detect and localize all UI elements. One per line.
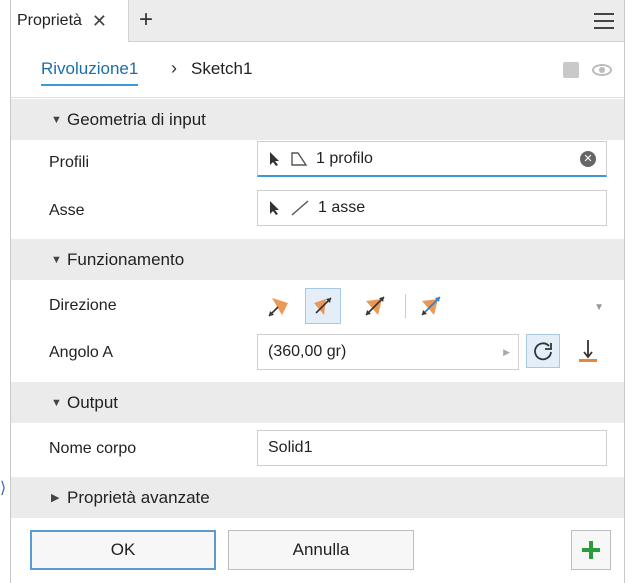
cancel-button[interactable]: Annulla: [228, 530, 414, 570]
direction-flipped-button[interactable]: [305, 288, 341, 324]
breadcrumb: Rivoluzione1 › Sketch1: [11, 42, 624, 98]
profili-selector[interactable]: 1 profilo ✕: [257, 141, 607, 177]
section-output[interactable]: ▼ Output: [11, 382, 624, 423]
properties-panel: Proprietà ✕ + Rivoluzione1 › Sketch1 ▼ G…: [10, 0, 625, 583]
dialog-footer: OK Annulla: [11, 520, 624, 583]
asse-value: 1 asse: [318, 199, 366, 216]
angolo-value: (360,00 gr): [268, 343, 347, 360]
section-label: Proprietà avanzate: [67, 487, 210, 507]
direction-asymmetric-button[interactable]: [413, 288, 449, 324]
profili-value: 1 profilo: [316, 149, 373, 167]
chevron-down-icon[interactable]: ▼: [594, 302, 604, 313]
section-label: Geometria di input: [67, 109, 206, 129]
section-proprieta-avanzate[interactable]: ▶ Proprietà avanzate: [11, 477, 624, 518]
section-funzionamento[interactable]: ▼ Funzionamento: [11, 239, 624, 280]
row-asse: Asse 1 asse: [11, 188, 624, 236]
expand-arrow-icon[interactable]: ▶: [503, 347, 510, 358]
axis-line-icon: [290, 199, 310, 217]
body-icon[interactable]: [563, 62, 579, 78]
add-tab-icon[interactable]: +: [139, 6, 153, 34]
plus-icon: [582, 541, 600, 559]
direction-symmetric-button[interactable]: [357, 288, 393, 324]
collapse-triangle-icon: ▼: [51, 113, 62, 126]
row-direzione: Direzione ▼: [11, 282, 624, 330]
nome-corpo-label: Nome corpo: [49, 440, 137, 457]
reverse-direction-button[interactable]: [571, 334, 605, 368]
section-geometria-input[interactable]: ▼ Geometria di input: [11, 99, 624, 140]
visibility-eye-icon[interactable]: [592, 64, 612, 76]
collapse-triangle-icon: ▼: [51, 253, 62, 266]
tab-bar: Proprietà ✕ +: [11, 0, 624, 42]
pointer-arrow-icon: ⟩: [0, 480, 7, 497]
breadcrumb-separator: ›: [171, 58, 177, 78]
tab-properties[interactable]: Proprietà ✕: [11, 0, 129, 42]
breadcrumb-rivoluzione1[interactable]: Rivoluzione1: [41, 59, 139, 86]
profile-shape-icon: [290, 151, 308, 167]
row-nome-corpo: Nome corpo Solid1: [11, 424, 624, 472]
profili-label: Profili: [49, 154, 90, 171]
expand-triangle-icon: ▶: [51, 492, 60, 504]
direction-default-button[interactable]: [261, 288, 297, 324]
angolo-label: Angolo A: [49, 344, 114, 361]
row-profili: Profili 1 profilo ✕: [11, 140, 624, 188]
asse-selector[interactable]: 1 asse: [257, 190, 607, 226]
rotation-direction-button[interactable]: [526, 334, 560, 368]
row-angolo: Angolo A (360,00 gr) ▶: [11, 328, 624, 376]
direzione-label: Direzione: [49, 297, 117, 314]
nome-corpo-input[interactable]: Solid1: [257, 430, 607, 466]
select-cursor-icon: [268, 151, 282, 167]
clear-selection-icon[interactable]: ✕: [580, 151, 596, 167]
asse-label: Asse: [49, 202, 85, 219]
section-label: Funzionamento: [67, 249, 185, 269]
select-cursor-icon: [268, 200, 282, 216]
hamburger-menu-icon[interactable]: [594, 13, 614, 29]
section-label: Output: [67, 392, 119, 412]
separator: [405, 294, 406, 318]
angolo-input[interactable]: (360,00 gr) ▶: [257, 334, 519, 370]
ok-button[interactable]: OK: [30, 530, 216, 570]
add-feature-button[interactable]: [571, 530, 611, 570]
tab-label: Proprietà: [17, 12, 82, 29]
breadcrumb-sketch1[interactable]: Sketch1: [191, 59, 252, 79]
nome-corpo-value: Solid1: [268, 439, 313, 456]
collapse-triangle-icon: ▼: [51, 396, 62, 409]
close-icon[interactable]: ✕: [92, 11, 107, 32]
